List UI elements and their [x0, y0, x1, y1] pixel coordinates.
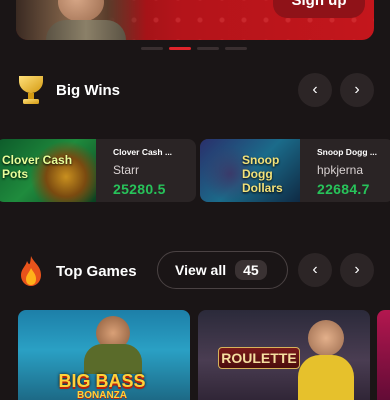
top-games-next-button[interactable]: › [340, 253, 374, 287]
view-all-button[interactable]: View all 45 [157, 251, 288, 289]
big-win-card[interactable]: Clover Cash Pots Clover Cash ... Starr 2… [0, 139, 196, 202]
dealer-body [298, 355, 354, 400]
win-username: Starr [113, 163, 140, 177]
flame-icon [21, 256, 41, 286]
top-games-prev-button[interactable]: ‹ [298, 253, 332, 287]
carousel-dot[interactable] [225, 47, 247, 50]
game-card-roulette[interactable]: ROULETTE [198, 310, 370, 400]
game-thumbnail: Snoop Dogg Dollars [200, 139, 300, 202]
thumbnail-text: Snoop Dogg Dollars [242, 153, 283, 195]
big-wins-title: Big Wins [56, 81, 121, 99]
top-games-title: Top Games [56, 262, 137, 280]
thumbnail-text: Clover Cash Pots [2, 153, 73, 181]
carousel-dots [141, 47, 247, 50]
big-wins-prev-button[interactable]: ‹ [298, 73, 332, 107]
chevron-right-icon: › [354, 261, 360, 278]
trophy-icon [19, 76, 43, 104]
win-game-name: Snoop Dogg ... [317, 147, 377, 157]
chevron-left-icon: ‹ [312, 261, 318, 278]
chevron-right-icon: › [354, 81, 360, 98]
signup-button[interactable]: Sign up [273, 0, 365, 18]
big-win-card[interactable]: Snoop Dogg Dollars Snoop Dogg ... hpkjer… [200, 139, 390, 202]
dealer-image [308, 320, 344, 356]
game-card-big-bass-bonanza[interactable]: BIG BASS BONANZA [18, 310, 190, 400]
big-wins-next-button[interactable]: › [340, 73, 374, 107]
game-thumbnail: Clover Cash Pots [0, 139, 96, 202]
chevron-left-icon: ‹ [312, 81, 318, 98]
banner-image [16, 0, 146, 40]
win-username: hpkjerna [317, 163, 364, 177]
game-title: BIG BASS [58, 371, 146, 391]
game-subtitle: BONANZA [77, 390, 127, 400]
game-card-partial[interactable] [377, 310, 390, 400]
carousel-dot[interactable] [197, 47, 219, 50]
carousel-dot-active[interactable] [169, 47, 191, 50]
view-all-count-badge: 45 [235, 260, 267, 280]
win-amount: 22684.7 [317, 181, 370, 197]
carousel-dot[interactable] [141, 47, 163, 50]
win-amount: 25280.5 [113, 181, 166, 197]
view-all-label: View all [175, 262, 227, 278]
promo-banner[interactable]: Sign up [16, 0, 374, 40]
win-game-name: Clover Cash ... [113, 147, 173, 157]
game-title: ROULETTE [218, 347, 300, 369]
fisherman-body [84, 344, 142, 374]
